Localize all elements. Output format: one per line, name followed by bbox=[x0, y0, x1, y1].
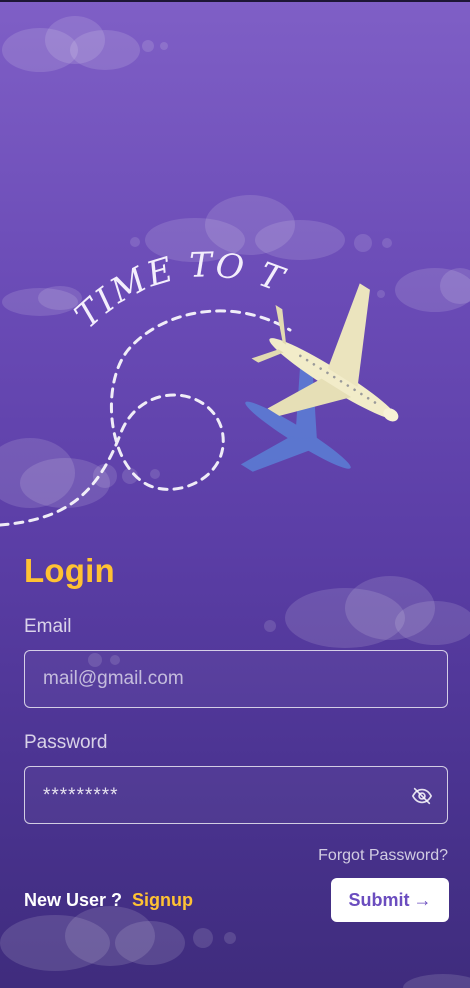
new-user-text: New User ? bbox=[24, 890, 123, 910]
travel-illustration: TIME TO TRAVEL bbox=[0, 200, 399, 527]
password-label: Password bbox=[24, 732, 108, 753]
arrow-right-icon: → bbox=[413, 889, 432, 910]
hero-tagline: TIME TO TRAVEL bbox=[0, 200, 290, 336]
login-screen: TIME TO TRAVEL Login Email bbox=[0, 0, 470, 988]
eye-off-icon[interactable] bbox=[411, 785, 433, 807]
cloud-decoration bbox=[2, 16, 168, 72]
cloud-decoration bbox=[264, 576, 470, 648]
flight-path-icon bbox=[0, 309, 292, 527]
email-label: Email bbox=[24, 616, 72, 637]
submit-button-label: Submit bbox=[348, 889, 410, 910]
login-title: Login bbox=[24, 552, 115, 589]
signup-link[interactable]: Signup bbox=[132, 890, 193, 911]
password-masked-value: ********* bbox=[43, 785, 119, 806]
email-field-container bbox=[24, 650, 448, 708]
submit-button[interactable]: Submit → bbox=[331, 878, 449, 922]
password-field[interactable]: ********* bbox=[24, 766, 448, 824]
email-field[interactable] bbox=[43, 651, 403, 707]
status-bar-edge bbox=[0, 0, 470, 2]
cloud-decoration bbox=[403, 974, 470, 988]
forgot-password-link[interactable]: Forgot Password? bbox=[318, 847, 448, 865]
